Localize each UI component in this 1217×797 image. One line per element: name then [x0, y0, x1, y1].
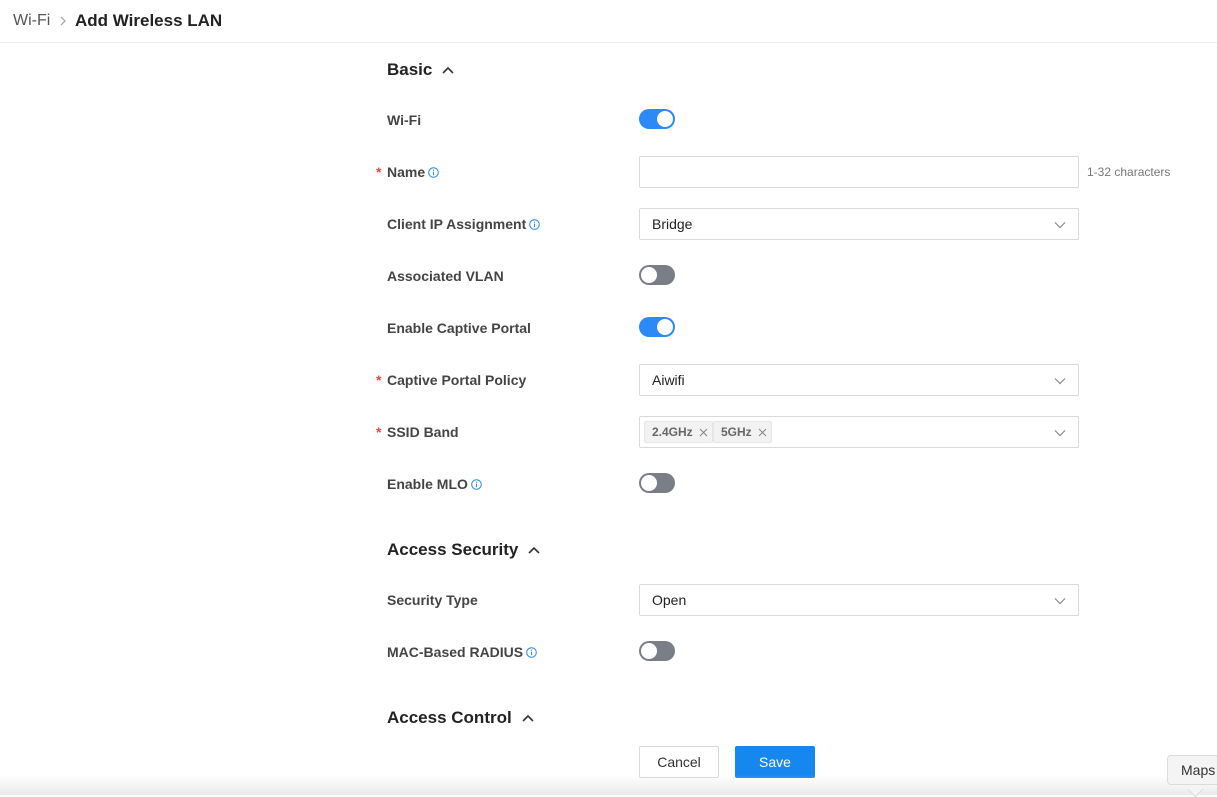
required-asterisk: * [376, 164, 382, 180]
associated-vlan-label: Associated VLAN [387, 266, 504, 286]
top-bar: Wi-Fi Add Wireless LAN [0, 0, 1217, 43]
ssid-band-tag-2-4ghz: 2.4GHz [644, 421, 713, 443]
info-icon[interactable] [428, 166, 439, 178]
wifi-label: Wi-Fi [387, 110, 421, 130]
bottom-shadow [0, 775, 1217, 795]
save-button[interactable]: Save [735, 746, 815, 778]
enable-mlo-label: Enable MLO [387, 474, 482, 494]
enable-mlo-toggle[interactable] [639, 473, 675, 493]
section-access-control-header[interactable]: Access Control [387, 708, 534, 728]
ssid-band-multiselect[interactable]: 2.4GHz 5GHz [639, 416, 1079, 448]
toggle-knob [641, 475, 657, 491]
section-access-control-title: Access Control [387, 708, 512, 727]
security-type-label-text: Security Type [387, 592, 478, 608]
section-basic-title: Basic [387, 60, 433, 79]
associated-vlan-label-text: Associated VLAN [387, 268, 504, 284]
wifi-toggle[interactable] [639, 109, 675, 129]
name-hint: 1-32 characters [1087, 165, 1171, 179]
enable-mlo-label-text: Enable MLO [387, 476, 468, 492]
toggle-knob [641, 267, 657, 283]
tag-label: 5GHz [721, 425, 752, 439]
mac-based-radius-toggle[interactable] [639, 641, 675, 661]
client-ip-assignment-label: Client IP Assignment [387, 214, 541, 234]
chevron-up-icon[interactable] [442, 66, 454, 74]
chevron-right-icon [60, 16, 66, 26]
security-type-value: Open [652, 592, 687, 608]
toggle-knob [641, 643, 657, 659]
section-basic-header[interactable]: Basic [387, 60, 454, 80]
enable-captive-portal-label: Enable Captive Portal [387, 318, 531, 338]
captive-portal-policy-select[interactable]: Aiwifi [639, 364, 1079, 396]
info-icon[interactable] [471, 478, 482, 490]
client-ip-assignment-select[interactable]: Bridge [639, 208, 1079, 240]
name-label-text: Name [387, 164, 426, 180]
info-icon[interactable] [526, 646, 537, 658]
chevron-up-icon[interactable] [528, 546, 540, 554]
security-type-select[interactable]: Open [639, 584, 1079, 616]
ssid-band-label-text: SSID Band [387, 424, 459, 440]
ssid-band-tag-5ghz: 5GHz [713, 421, 772, 443]
tag-label: 2.4GHz [652, 425, 693, 439]
associated-vlan-toggle[interactable] [639, 265, 675, 285]
ssid-band-label: SSID Band [387, 422, 459, 442]
captive-portal-policy-value: Aiwifi [652, 372, 685, 388]
close-icon[interactable] [699, 428, 708, 437]
required-asterisk: * [376, 424, 382, 440]
name-input-wrapper [639, 156, 1079, 188]
chevron-down-icon [1054, 430, 1066, 437]
close-icon[interactable] [758, 428, 767, 437]
page-title: Add Wireless LAN [75, 11, 223, 30]
name-label: Name [387, 162, 439, 182]
name-input[interactable] [640, 157, 1078, 187]
toggle-knob [657, 111, 673, 127]
info-icon[interactable] [529, 218, 541, 230]
chevron-down-icon [1054, 378, 1066, 385]
enable-captive-portal-label-text: Enable Captive Portal [387, 320, 531, 336]
wifi-label-text: Wi-Fi [387, 112, 422, 128]
captive-portal-policy-label-text: Captive Portal Policy [387, 372, 527, 388]
captive-portal-policy-label: Captive Portal Policy [387, 370, 526, 390]
chevron-up-icon[interactable] [522, 714, 534, 722]
mac-based-radius-label: MAC-Based RADIUS [387, 642, 537, 662]
client-ip-assignment-value: Bridge [652, 216, 693, 232]
chevron-down-icon [1054, 222, 1066, 229]
section-access-security-title: Access Security [387, 540, 519, 559]
breadcrumb-parent-wifi[interactable]: Wi-Fi [13, 12, 50, 30]
required-asterisk: * [376, 372, 382, 388]
client-ip-assignment-label-text: Client IP Assignment [387, 216, 527, 232]
cancel-button[interactable]: Cancel [639, 746, 719, 778]
mac-based-radius-label-text: MAC-Based RADIUS [387, 644, 524, 660]
chevron-down-icon [1054, 598, 1066, 605]
section-access-security-header[interactable]: Access Security [387, 540, 540, 560]
enable-captive-portal-toggle[interactable] [639, 317, 675, 337]
toggle-knob [657, 319, 673, 335]
security-type-label: Security Type [387, 590, 478, 610]
maps-tab[interactable]: Maps [1167, 755, 1217, 785]
